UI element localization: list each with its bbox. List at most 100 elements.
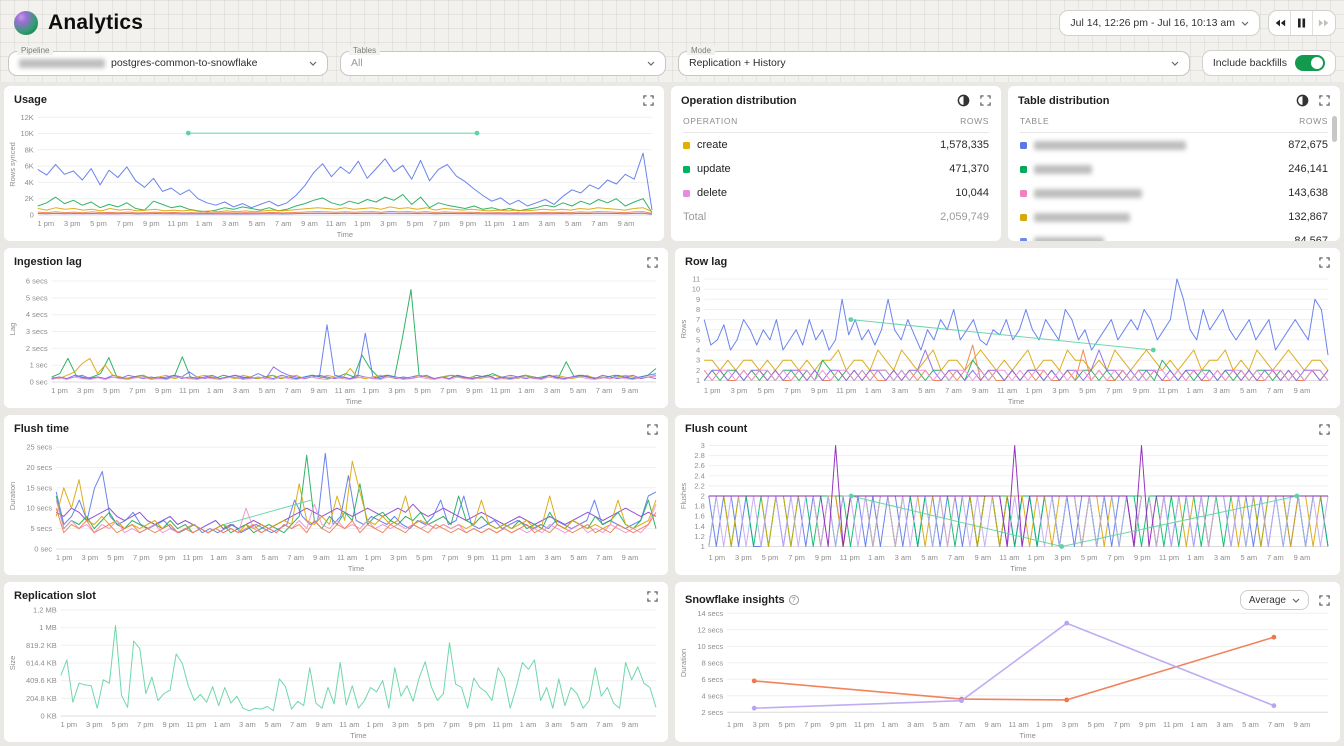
svg-text:8 secs: 8 secs [702, 658, 724, 667]
svg-text:3 am: 3 am [544, 386, 561, 395]
svg-text:3: 3 [696, 356, 700, 365]
series-swatch [1020, 238, 1027, 242]
svg-text:7 am: 7 am [1268, 720, 1285, 729]
svg-text:7 pm: 7 pm [1113, 720, 1130, 729]
svg-text:7 pm: 7 pm [1106, 386, 1123, 395]
series-swatch [1020, 142, 1027, 149]
tables-select[interactable]: Tables All [340, 51, 666, 76]
svg-text:7 pm: 7 pm [788, 553, 805, 562]
expand-icon[interactable] [1319, 424, 1330, 435]
toggle-switch[interactable] [1295, 55, 1325, 71]
svg-text:3 am: 3 am [236, 553, 253, 562]
svg-text:10 secs: 10 secs [26, 504, 52, 513]
operation-distribution-title: Operation distribution [681, 95, 797, 107]
pause-button[interactable] [1291, 11, 1313, 35]
svg-text:5 am: 5 am [1242, 720, 1259, 729]
svg-text:9 pm: 9 pm [811, 386, 828, 395]
step-forward-button[interactable] [1313, 11, 1335, 35]
svg-text:2.4: 2.4 [694, 471, 704, 480]
total-label: Total [683, 211, 706, 223]
svg-text:3 pm: 3 pm [753, 720, 770, 729]
svg-text:3 am: 3 am [892, 386, 909, 395]
usage-card: Usage 02K4K6K8K10K12K1 pm3 pm5 pm7 pm9 p… [4, 86, 664, 241]
total-row: Total 2,059,749 [683, 205, 989, 229]
svg-text:5 am: 5 am [570, 553, 587, 562]
expand-icon[interactable] [647, 257, 658, 268]
expand-icon[interactable] [643, 95, 654, 106]
svg-text:1: 1 [696, 376, 700, 385]
svg-text:9 am: 9 am [622, 386, 639, 395]
svg-text:12 secs: 12 secs [697, 625, 723, 634]
svg-text:5 secs: 5 secs [31, 524, 53, 533]
table-rows: 132,867 [1288, 211, 1328, 223]
svg-text:9 pm: 9 pm [459, 219, 476, 228]
include-backfills-toggle[interactable]: Include backfills [1202, 50, 1336, 76]
svg-text:7 am: 7 am [945, 386, 962, 395]
scrollbar-thumb[interactable] [1332, 116, 1337, 142]
mode-select[interactable]: Mode Replication + History [678, 51, 1190, 76]
tables-label: Tables [349, 46, 380, 55]
expand-icon[interactable] [1319, 95, 1330, 106]
chevron-down-icon [1292, 598, 1300, 603]
flush-count-card: Flush count 11.21.41.61.822.22.42.62.831… [675, 415, 1340, 575]
series-swatch [683, 190, 690, 197]
svg-text:5 am: 5 am [570, 386, 587, 395]
svg-text:9 pm: 9 pm [1134, 553, 1151, 562]
rewind-icon [1274, 18, 1286, 28]
svg-text:4K: 4K [25, 178, 34, 187]
step-back-button[interactable] [1269, 11, 1291, 35]
svg-text:7 am: 7 am [959, 720, 976, 729]
svg-text:3: 3 [701, 441, 705, 450]
tables-value: All [351, 57, 363, 69]
svg-text:9 am: 9 am [618, 219, 635, 228]
svg-text:3 pm: 3 pm [735, 553, 752, 562]
svg-text:6K: 6K [25, 162, 34, 171]
operation-rows: 1,578,335 [940, 139, 989, 151]
series-swatch [1020, 166, 1027, 173]
svg-text:5 pm: 5 pm [418, 720, 435, 729]
svg-text:3 am: 3 am [545, 720, 562, 729]
replication-slot-title: Replication slot [14, 590, 96, 602]
svg-text:9 pm: 9 pm [469, 720, 486, 729]
svg-text:1 pm: 1 pm [56, 553, 73, 562]
pie-chart-icon[interactable] [957, 94, 970, 107]
expand-icon[interactable] [647, 424, 658, 435]
svg-text:7 am: 7 am [596, 553, 613, 562]
svg-text:9: 9 [696, 295, 700, 304]
usage-title: Usage [14, 94, 47, 106]
svg-text:9 pm: 9 pm [155, 386, 172, 395]
pipeline-label: Pipeline [17, 46, 53, 55]
svg-text:3 pm: 3 pm [64, 219, 81, 228]
col-rows: ROWS [960, 116, 989, 126]
svg-text:1 pm: 1 pm [364, 553, 381, 562]
expand-icon[interactable] [980, 95, 991, 106]
svg-text:1.6: 1.6 [694, 512, 704, 521]
svg-text:5 pm: 5 pm [103, 386, 120, 395]
svg-text:10K: 10K [20, 129, 33, 138]
expand-icon[interactable] [1319, 257, 1330, 268]
svg-text:1.4: 1.4 [694, 522, 704, 531]
svg-text:9 am: 9 am [984, 720, 1001, 729]
expand-icon[interactable] [647, 591, 658, 602]
svg-text:5 secs: 5 secs [26, 293, 48, 302]
ingestion-lag-title: Ingestion lag [14, 256, 82, 268]
svg-text:1.8: 1.8 [694, 502, 704, 511]
svg-text:6: 6 [696, 325, 700, 334]
svg-text:5 pm: 5 pm [107, 553, 124, 562]
svg-text:3 am: 3 am [1216, 720, 1233, 729]
svg-text:Size: Size [8, 656, 17, 671]
svg-text:11: 11 [692, 275, 700, 284]
pie-chart-icon[interactable] [1296, 94, 1309, 107]
svg-text:7 am: 7 am [285, 386, 302, 395]
svg-text:11 pm: 11 pm [491, 553, 511, 562]
svg-text:4 secs: 4 secs [26, 310, 48, 319]
date-range-picker[interactable]: Jul 14, 12:26 pm - Jul 16, 10:13 am [1059, 10, 1260, 36]
svg-text:7 pm: 7 pm [1107, 553, 1124, 562]
svg-text:8K: 8K [25, 145, 34, 154]
svg-text:3 pm: 3 pm [392, 720, 409, 729]
pipeline-value: postgres-common-to-snowflake [111, 57, 257, 69]
pipeline-select[interactable]: Pipeline postgres-common-to-snowflake [8, 51, 328, 76]
svg-text:1 pm: 1 pm [51, 386, 68, 395]
svg-text:9 am: 9 am [622, 553, 639, 562]
svg-text:1 am: 1 am [518, 386, 535, 395]
